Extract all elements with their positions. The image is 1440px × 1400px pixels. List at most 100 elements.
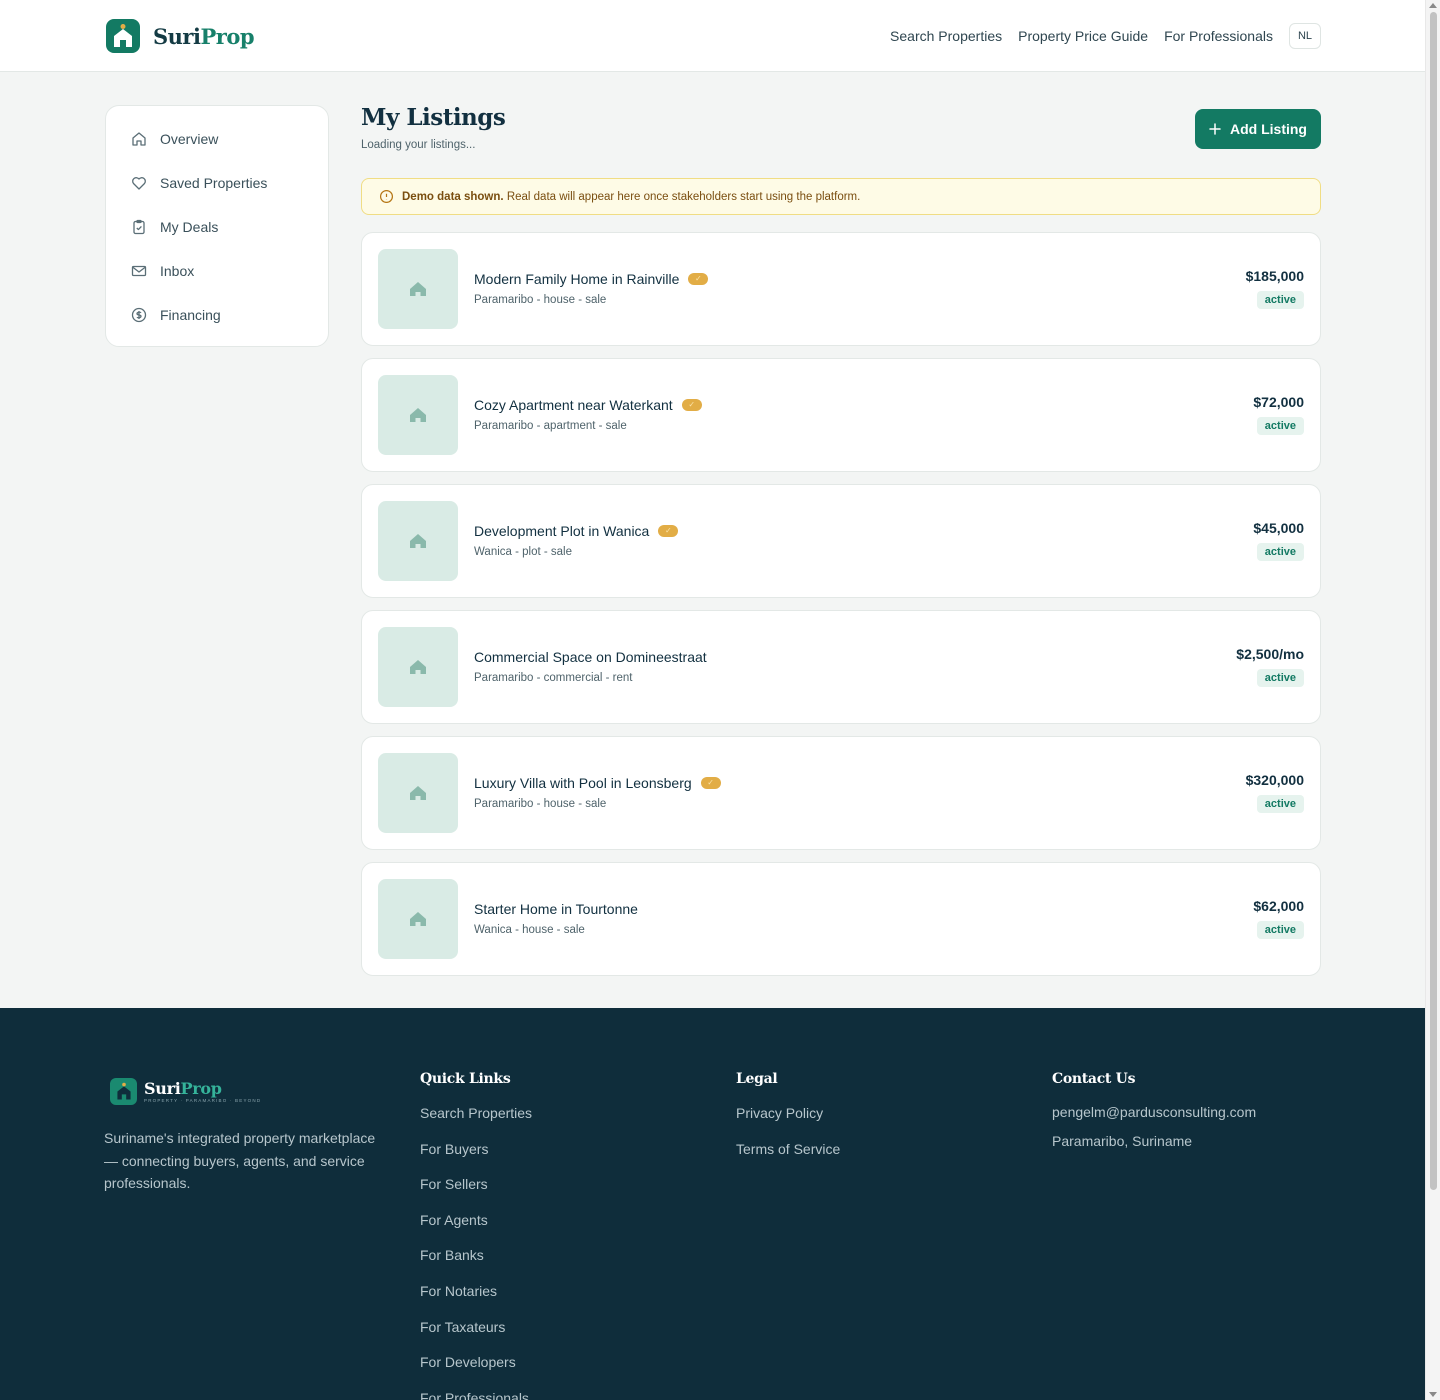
listing-meta: Wanica - plot - sale	[474, 546, 572, 558]
listing-title: Modern Family Home in Rainville	[474, 271, 680, 287]
sidebar-item-saved-properties[interactable]: Saved Properties	[106, 161, 328, 205]
listing-title: Cozy Apartment near Waterkant	[474, 397, 673, 413]
brand-name: SuriProp	[153, 23, 255, 49]
scroll-down-arrow-icon[interactable]	[1429, 1392, 1437, 1397]
footer-address: Paramaribo, Suriname	[1052, 1133, 1193, 1149]
status-badge: active	[1256, 669, 1304, 687]
footer-quick-links: Quick Links Search Properties For Buyers…	[420, 1071, 532, 1400]
sidebar-item-label: Saved Properties	[160, 175, 268, 191]
footer-link-for-buyers[interactable]: For Buyers	[420, 1140, 532, 1176]
page-title: My Listings	[361, 104, 506, 131]
heart-icon	[132, 177, 146, 190]
sidebar-item-inbox[interactable]: Inbox	[106, 249, 328, 293]
verified-badge-icon: ✓	[688, 273, 709, 285]
sidebar-item-my-deals[interactable]: My Deals	[106, 205, 328, 249]
sidebar-item-label: Inbox	[160, 263, 195, 279]
status-badge: active	[1256, 291, 1304, 309]
house-logo-icon	[106, 19, 140, 53]
demo-data-notice: Demo data shown. Real data will appear h…	[361, 178, 1321, 215]
info-icon	[379, 189, 394, 204]
house-placeholder-icon	[410, 534, 426, 548]
listing-title: Starter Home in Tourtonne	[474, 901, 638, 917]
listing-price: $72,000	[1253, 394, 1304, 410]
sidebar-item-label: Overview	[160, 131, 219, 147]
main-nav: Search Properties Property Price Guide F…	[890, 23, 1321, 49]
dollar-circle-icon	[131, 307, 147, 323]
listing-card[interactable]: Modern Family Home in Rainville ✓ Paramar…	[361, 232, 1321, 346]
footer-link-search-properties[interactable]: Search Properties	[420, 1104, 532, 1140]
status-badge: active	[1256, 795, 1304, 813]
listing-card[interactable]: Luxury Villa with Pool in Leonsberg ✓ Par…	[361, 736, 1321, 850]
listing-thumbnail	[378, 627, 458, 707]
footer-description: Suriname's integrated property marketpla…	[104, 1130, 376, 1191]
footer-house-logo-icon	[110, 1078, 137, 1105]
listing-thumbnail	[378, 249, 458, 329]
listing-price: $2,500/mo	[1236, 646, 1304, 662]
footer-link-for-agents[interactable]: For Agents	[420, 1211, 532, 1247]
sidebar-item-label: My Deals	[160, 219, 219, 235]
footer-link-for-taxateurs[interactable]: For Taxateurs	[420, 1318, 532, 1354]
plus-icon	[1209, 123, 1221, 135]
listing-meta: Paramaribo - commercial - rent	[474, 672, 633, 684]
sidebar-item-overview[interactable]: Overview	[106, 117, 328, 161]
verified-badge-icon: ✓	[681, 399, 702, 411]
house-placeholder-icon	[410, 282, 426, 296]
add-listing-button[interactable]: Add Listing	[1195, 109, 1321, 149]
footer-email[interactable]: pengelm@pardusconsulting.com	[1052, 1104, 1256, 1120]
footer-brand-logo[interactable]: SuriProp PROPERTY · PARAMARIBO · BEYOND	[110, 1078, 261, 1105]
listings-list: Modern Family Home in Rainville ✓ Paramar…	[361, 232, 1321, 988]
listing-thumbnail	[378, 375, 458, 455]
notice-text: Real data will appear here once stakehol…	[506, 190, 861, 203]
listing-card[interactable]: Commercial Space on Domineestraat Parama…	[361, 610, 1321, 724]
listing-title: Commercial Space on Domineestraat	[474, 649, 707, 665]
site-footer: SuriProp PROPERTY · PARAMARIBO · BEYOND …	[0, 1008, 1425, 1400]
footer-link-for-notaries[interactable]: For Notaries	[420, 1282, 532, 1318]
house-placeholder-icon	[410, 408, 426, 422]
top-navbar: SuriProp Search Properties Property Pric…	[0, 0, 1425, 72]
listing-card[interactable]: Starter Home in Tourtonne Wanica - house…	[361, 862, 1321, 976]
home-icon	[132, 132, 146, 146]
listing-card[interactable]: Development Plot in Wanica ✓ Wanica - plo…	[361, 484, 1321, 598]
listing-thumbnail	[378, 879, 458, 959]
listing-card[interactable]: Cozy Apartment near Waterkant ✓ Paramarib…	[361, 358, 1321, 472]
footer-link-terms-of-service[interactable]: Terms of Service	[736, 1140, 840, 1176]
scrollbar-thumb[interactable]	[1430, 12, 1437, 1190]
nav-for-professionals[interactable]: For Professionals	[1164, 28, 1273, 44]
footer-link-privacy-policy[interactable]: Privacy Policy	[736, 1104, 840, 1140]
brand-logo-link[interactable]: SuriProp	[106, 19, 255, 53]
status-badge: active	[1256, 543, 1304, 561]
footer-link-for-professionals[interactable]: For Professionals	[420, 1389, 532, 1400]
nav-property-price-guide[interactable]: Property Price Guide	[1018, 28, 1148, 44]
page-scrollbar[interactable]	[1425, 0, 1440, 1400]
listing-thumbnail	[378, 753, 458, 833]
mail-icon	[131, 265, 147, 277]
notice-bold-text: Demo data shown.	[402, 190, 504, 203]
listing-meta: Wanica - house - sale	[474, 924, 585, 936]
listing-title: Development Plot in Wanica	[474, 523, 650, 539]
status-badge: active	[1256, 921, 1304, 939]
listing-thumbnail	[378, 501, 458, 581]
dashboard-sidebar: Overview Saved Properties My Deals Inbox…	[105, 105, 329, 347]
listing-meta: Paramaribo - apartment - sale	[474, 420, 627, 432]
footer-link-for-sellers[interactable]: For Sellers	[420, 1175, 532, 1211]
sidebar-item-label: Financing	[160, 307, 221, 323]
listing-price: $320,000	[1245, 772, 1304, 788]
house-placeholder-icon	[410, 786, 426, 800]
scroll-up-arrow-icon[interactable]	[1429, 3, 1437, 8]
footer-link-for-developers[interactable]: For Developers	[420, 1353, 532, 1389]
footer-heading-legal: Legal	[736, 1071, 778, 1087]
listing-meta: Paramaribo - house - sale	[474, 798, 607, 810]
language-toggle-button[interactable]: NL	[1289, 23, 1321, 49]
sidebar-item-financing[interactable]: Financing	[106, 293, 328, 337]
status-badge: active	[1256, 417, 1304, 435]
listing-price: $62,000	[1253, 898, 1304, 914]
verified-badge-icon: ✓	[658, 525, 679, 537]
footer-heading-contact: Contact Us	[1052, 1071, 1136, 1087]
footer-brand-tagline: PROPERTY · PARAMARIBO · BEYOND	[144, 1097, 262, 1103]
page-subtitle: Loading your listings...	[361, 139, 476, 151]
verified-badge-icon: ✓	[700, 777, 721, 789]
nav-search-properties[interactable]: Search Properties	[890, 28, 1002, 44]
footer-legal: Legal Privacy Policy Terms of Service	[736, 1071, 840, 1175]
clipboard-check-icon	[133, 219, 145, 235]
footer-link-for-banks[interactable]: For Banks	[420, 1246, 532, 1282]
